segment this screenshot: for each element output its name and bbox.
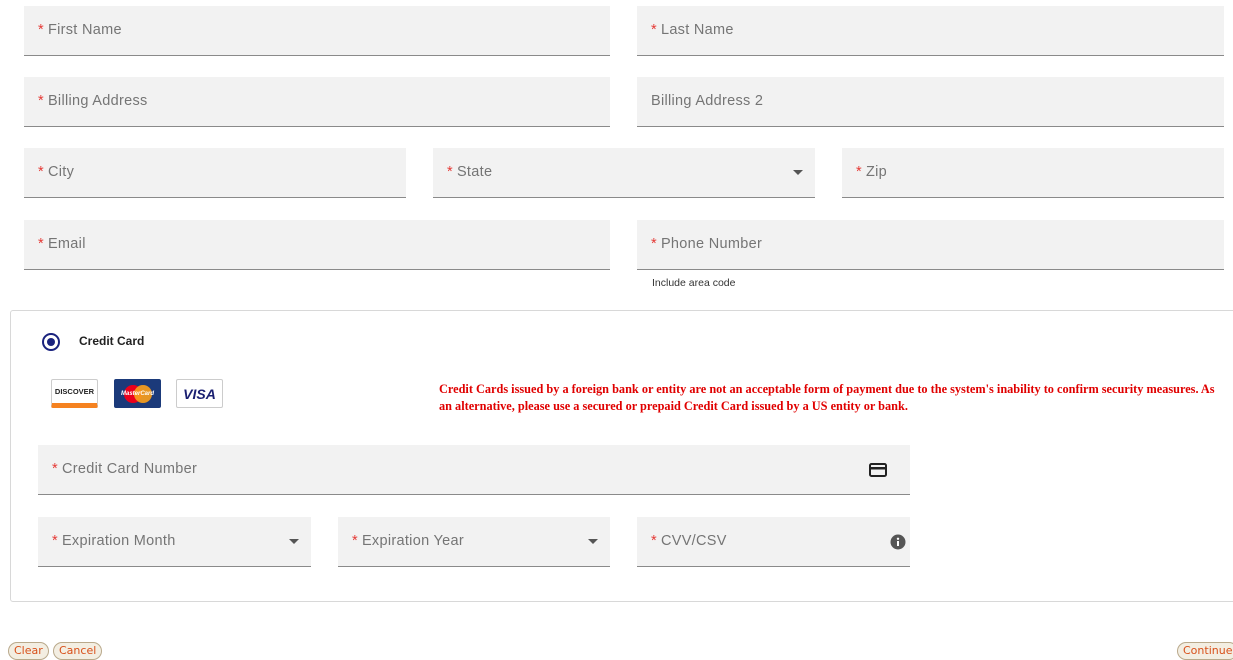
required-marker: * [38,164,44,180]
radio-dot [47,338,55,346]
first-name-label: * First Name [38,22,122,38]
required-marker: * [447,164,453,180]
required-marker: * [651,236,657,252]
chevron-down-icon [289,539,299,544]
credit-card-number-field[interactable]: * Credit Card Number [38,445,910,495]
required-marker: * [38,236,44,252]
required-marker: * [856,164,862,180]
cvv-field[interactable]: * CVV/CSV [637,517,910,567]
first-name-field[interactable]: * First Name [24,6,610,56]
last-name-label: * Last Name [651,22,734,38]
info-icon[interactable] [890,534,906,550]
last-name-field[interactable]: * Last Name [637,6,1224,56]
zip-field[interactable]: * Zip [842,148,1224,198]
mastercard-logo: MasterCard [114,379,161,408]
credit-card-radio-label: Credit Card [79,334,145,348]
phone-hint: Include area code [652,277,736,289]
continue-button[interactable]: Continue [1177,642,1233,660]
chevron-down-icon [588,539,598,544]
city-field[interactable]: * City [24,148,406,198]
clear-button[interactable]: Clear [8,642,49,660]
phone-number-field[interactable]: * Phone Number [637,220,1224,270]
state-select[interactable]: * State [433,148,815,198]
billing-address-2-label: Billing Address 2 [651,93,764,109]
chevron-down-icon [793,170,803,175]
required-marker: * [52,533,58,549]
required-marker: * [651,22,657,38]
expiration-year-select[interactable]: * Expiration Year [338,517,610,567]
cvv-label: * CVV/CSV [651,533,727,549]
state-label: * State [447,164,493,180]
required-marker: * [38,22,44,38]
email-label: * Email [38,236,86,252]
billing-address-field[interactable]: * Billing Address [24,77,610,127]
phone-number-label: * Phone Number [651,236,763,252]
city-label: * City [38,164,75,180]
credit-card-radio[interactable] [42,333,60,351]
cancel-button[interactable]: Cancel [53,642,103,660]
required-marker: * [38,93,44,109]
expiration-year-label: * Expiration Year [352,533,464,549]
credit-card-icon [869,463,887,477]
required-marker: * [352,533,358,549]
discover-logo: DISCOVER [51,379,98,408]
email-field[interactable]: * Email [24,220,610,270]
billing-address-2-field[interactable]: Billing Address 2 [637,77,1224,127]
required-marker: * [52,461,58,477]
visa-logo: VISA [176,379,223,408]
required-marker: * [651,533,657,549]
expiration-month-select[interactable]: * Expiration Month [38,517,311,567]
credit-card-number-label: * Credit Card Number [52,461,198,477]
billing-address-label: * Billing Address [38,93,148,109]
foreign-card-warning: Credit Cards issued by a foreign bank or… [439,382,1215,413]
expiration-month-label: * Expiration Month [52,533,176,549]
zip-label: * Zip [856,164,887,180]
